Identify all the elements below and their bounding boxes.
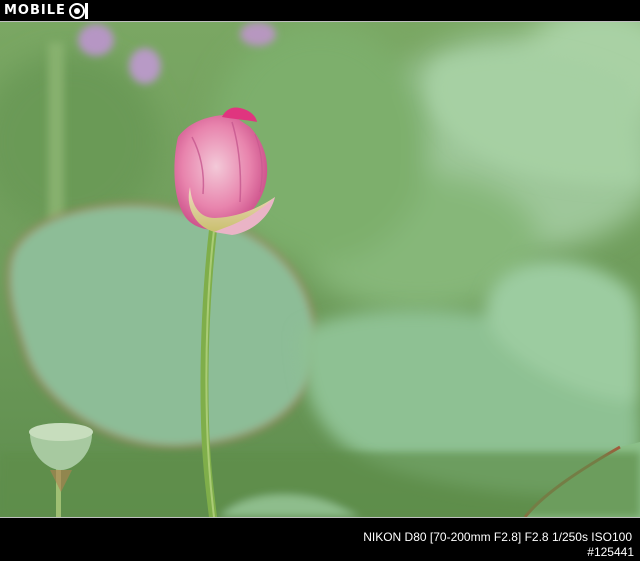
lotus-photo-image [0,22,640,517]
bottom-bar: NIKON D80 [70-200mm F2.8] F2.8 1/250s IS… [0,517,640,561]
site-logo[interactable]: MOBILE [4,2,90,20]
top-bar: MOBILE [0,0,640,22]
exif-info: NIKON D80 [70-200mm F2.8] F2.8 1/250s IS… [363,530,632,544]
lotus-photo [0,22,640,517]
mobile01-logo-icon [68,3,88,19]
logo-text: MOBILE [4,3,66,18]
photo-id: #125441 [587,545,634,559]
